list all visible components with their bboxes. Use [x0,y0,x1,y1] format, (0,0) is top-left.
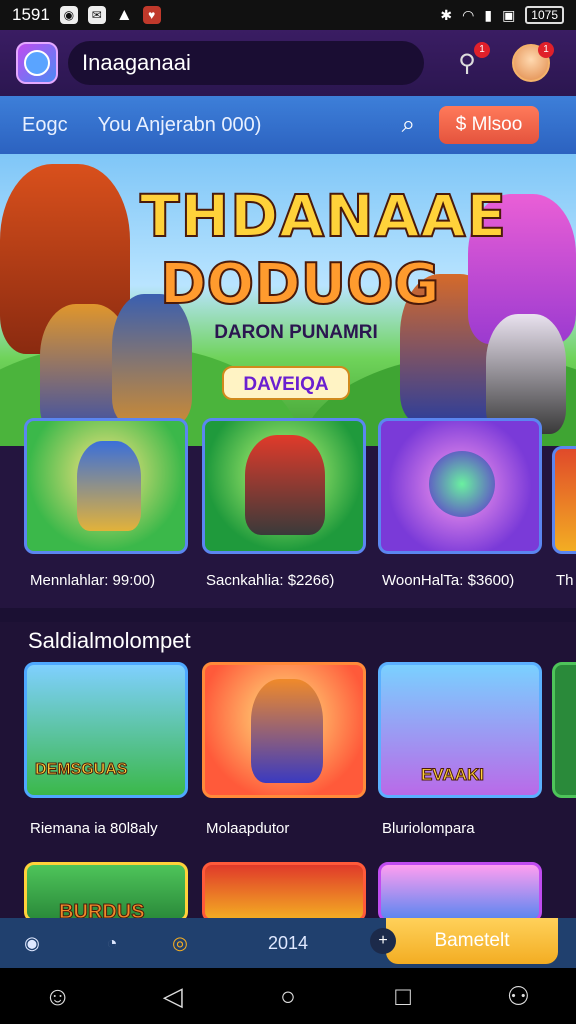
back-icon[interactable]: ◁ [153,981,193,1012]
search-icon[interactable]: ⌕ [402,111,415,139]
recents-icon[interactable]: □ [383,981,423,1012]
card-art-text: EVAAKI [421,765,485,785]
game-card[interactable] [552,446,576,554]
card-character [77,441,141,531]
game-card[interactable]: EVAAKI [378,662,542,798]
card-price-label: Sacnkahlia: $2266) [206,572,335,589]
chat-icon: ✉ [87,6,106,24]
app-logo-icon[interactable] [16,42,58,84]
game-card[interactable] [24,418,188,554]
nav-center-label[interactable]: 2014 [200,918,376,968]
notification-badge: 1 [474,42,490,58]
game-card[interactable] [202,418,366,554]
status-bar: 1591 ◉ ✉ ▲ ♥ ✱ ◠ ▮ ▣ 1075 [0,0,576,30]
alert-icon: ▲ [115,5,133,24]
card-title: Bluriolompara [382,820,475,837]
nav-record-icon[interactable]: ◎ [160,918,200,968]
nav-explore-icon[interactable]: ◔ [64,918,160,968]
card-character [251,679,323,783]
banner-logo: DAVEIQA [222,366,350,400]
assistant-icon[interactable]: ☺ [38,981,78,1012]
notifications-icon[interactable]: ⚲ 1 [450,42,490,80]
banner-title-line1: THDANAAE [139,181,508,251]
banner-title-line2: DODUOG [159,251,441,318]
app-search-field[interactable]: Inaaganaai [68,41,424,85]
game-card[interactable]: DEMSGUAS [24,662,188,798]
game-card[interactable] [202,862,366,922]
wifi-icon: ◠ [462,6,475,23]
card-art-text: DEMSGUAS [34,761,128,779]
game-card[interactable] [202,662,366,798]
hero-character-silver [486,314,566,434]
search-strip: Eogc You Anjerabn 000) ⌕ $ Mlsoo [0,96,576,154]
battery-indicator: 1075 [525,6,564,24]
shield-icon: ♥ [142,6,161,24]
card-title: Riemana ia 80l8aly [30,820,158,837]
game-card[interactable]: BURDUS [24,862,188,922]
nav-home-icon[interactable]: ◉ [0,918,64,968]
game-card[interactable] [552,662,576,798]
strip-search-input[interactable]: You Anjerabn 000) [98,114,368,137]
strip-action-label: Mlsoo [471,114,523,135]
strip-action-button[interactable]: $ Mlsoo [439,106,540,144]
status-time: 1591 [12,5,50,24]
avatar-badge: 1 [538,42,554,58]
accessibility-icon[interactable]: ⚇ [498,981,538,1012]
strip-label[interactable]: Eogc [22,114,68,137]
cta-plus-icon: + [370,928,396,954]
card-price-label: WoonHalTa: $3600) [382,572,515,589]
bluetooth-icon: ✱ [440,6,453,23]
app-notification-icon: ◉ [59,6,78,24]
banner-subtitle: DARON PUNAMRI [214,322,378,343]
card-price-label: Th [556,572,574,589]
home-icon[interactable]: ○ [268,981,308,1012]
avatar[interactable]: 1 [512,42,554,82]
hero-banner[interactable]: THDANAAE DODUOG DARON PUNAMRI DAVEIQA [0,154,576,446]
game-card[interactable] [378,862,542,922]
card-character [245,435,325,535]
sim-icon: ▣ [502,6,516,23]
currency-icon: $ [455,114,472,135]
game-card[interactable] [378,418,542,554]
signal-icon: ▮ [484,6,493,23]
section-title: Saldialmolompet [28,628,191,653]
card-price-label: Mennlahlar: 99:00) [30,572,156,589]
card-title: Molaapdutor [206,820,290,837]
cta-button[interactable]: Bametelt [386,918,558,964]
card-orb [429,451,495,517]
app-bar: Inaaganaai ⚲ 1 1 [0,30,576,96]
system-nav-bar: ☺ ◁ ○ □ ⚇ [0,968,576,1024]
